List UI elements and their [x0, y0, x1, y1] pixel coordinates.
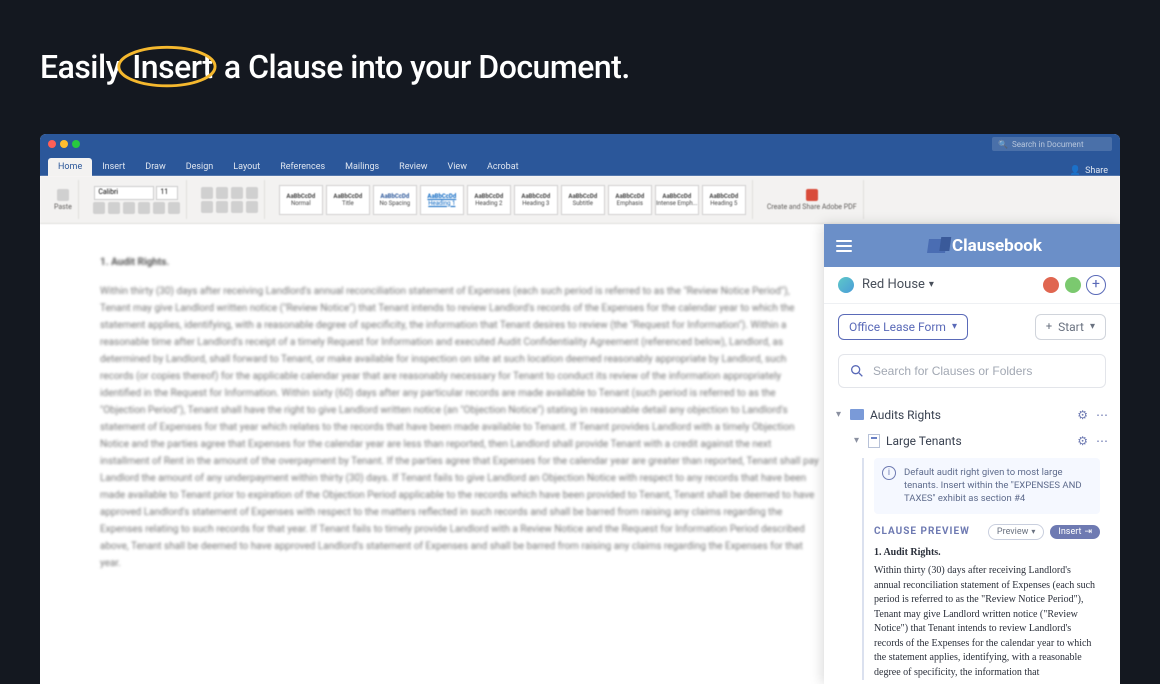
tab-references[interactable]: References	[270, 158, 335, 176]
clausebook-panel: Clausebook Red House▾ + Office Lease For…	[824, 224, 1120, 684]
chevron-down-icon: ▾	[1090, 321, 1095, 332]
info-icon: i	[882, 466, 896, 480]
avatar[interactable]	[1042, 276, 1060, 294]
share-button[interactable]: 👤 Share	[1070, 166, 1120, 176]
ribbon-clipboard[interactable]: Paste	[48, 180, 79, 219]
chevron-down-icon: ▾	[1031, 527, 1035, 536]
folder-row[interactable]: ▾ Audits Rights ⚙⋯	[832, 402, 1112, 428]
search-input-wrap	[838, 354, 1106, 388]
chevron-down-icon: ▾	[952, 321, 957, 332]
workspace-avatar	[838, 277, 854, 293]
clause-text: Within thirty (30) days after receiving …	[874, 564, 1100, 680]
more-icon[interactable]: ⋯	[1096, 408, 1108, 422]
doc-icon	[868, 434, 880, 448]
clause-title: 1. Audit Rights.	[874, 546, 1100, 561]
search-icon	[849, 363, 865, 379]
ribbon: Paste Calibri 11 AaBbCcDdNormal AaBbCcDd…	[40, 176, 1120, 224]
search-input[interactable]	[873, 364, 1095, 378]
ribbon-tabs: Home Insert Draw Design Layout Reference…	[40, 154, 1120, 176]
start-button[interactable]: +Start▾	[1035, 314, 1106, 340]
doc-section-title: 1. Audit Rights.	[100, 254, 820, 271]
tab-mailings[interactable]: Mailings	[335, 158, 389, 176]
tab-layout[interactable]: Layout	[223, 158, 270, 176]
clause-preview-body: 1. Audit Rights. Within thirty (30) days…	[874, 546, 1100, 681]
insert-chip[interactable]: Insert⇥	[1050, 525, 1100, 539]
add-member-button[interactable]: +	[1086, 275, 1106, 295]
caret-icon[interactable]: ▾	[854, 435, 868, 446]
preview-header: CLAUSE PREVIEW Preview▾ Insert⇥	[874, 514, 1100, 546]
more-icon[interactable]: ⋯	[1096, 434, 1108, 448]
tab-acrobat[interactable]: Acrobat	[477, 158, 529, 176]
panel-actions: Office Lease Form▾ +Start▾	[824, 304, 1120, 350]
tab-design[interactable]: Design	[176, 158, 224, 176]
menu-icon[interactable]	[836, 240, 852, 252]
window-controls[interactable]	[48, 140, 80, 148]
ribbon-styles[interactable]: AaBbCcDdNormal AaBbCcDdTitle AaBbCcDdNo …	[273, 180, 753, 219]
panel-header: Clausebook	[824, 224, 1120, 267]
title-search[interactable]: 🔍 Search in Document	[992, 137, 1112, 151]
preview-chip[interactable]: Preview▾	[988, 524, 1044, 540]
tab-review[interactable]: Review	[389, 158, 437, 176]
gear-icon[interactable]: ⚙	[1077, 408, 1088, 422]
clause-preview-card: i Default audit right given to most larg…	[862, 458, 1100, 680]
ribbon-font[interactable]: Calibri 11	[87, 180, 187, 219]
tab-view[interactable]: View	[438, 158, 477, 176]
brand: Clausebook	[862, 236, 1108, 256]
workspace-selector[interactable]: Red House▾ +	[824, 267, 1120, 303]
ribbon-adobe[interactable]: Create and Share Adobe PDF	[761, 180, 864, 219]
member-avatars: +	[1042, 275, 1106, 295]
document-body[interactable]: 1. Audit Rights. Within thirty (30) days…	[100, 254, 820, 572]
caret-icon[interactable]: ▾	[836, 409, 850, 420]
titlebar: 🔍 Search in Document	[40, 134, 1120, 154]
ribbon-paragraph[interactable]	[195, 180, 265, 219]
tab-home[interactable]: Home	[48, 158, 92, 176]
tab-draw[interactable]: Draw	[135, 158, 175, 176]
form-selector[interactable]: Office Lease Form▾	[838, 314, 968, 340]
gear-icon[interactable]: ⚙	[1077, 434, 1088, 448]
hero-headline: Easily Insert a Clause into your Documen…	[0, 0, 1160, 86]
clause-row[interactable]: ▾ Large Tenants ⚙⋯	[832, 428, 1112, 454]
word-app-window: 🔍 Search in Document Home Insert Draw De…	[40, 134, 1120, 684]
clause-tree: ▾ Audits Rights ⚙⋯ ▾ Large Tenants ⚙⋯ i …	[824, 398, 1120, 684]
hero-circled-insert: Insert	[128, 48, 216, 86]
info-banner: i Default audit right given to most larg…	[874, 458, 1100, 514]
doc-paragraph: Within thirty (30) days after receiving …	[100, 283, 820, 572]
chevron-down-icon: ▾	[929, 279, 934, 290]
tab-insert[interactable]: Insert	[92, 158, 135, 176]
brand-icon	[927, 239, 947, 253]
avatar[interactable]	[1064, 276, 1082, 294]
arrow-right-icon: ⇥	[1084, 527, 1092, 537]
folder-icon	[850, 409, 864, 420]
